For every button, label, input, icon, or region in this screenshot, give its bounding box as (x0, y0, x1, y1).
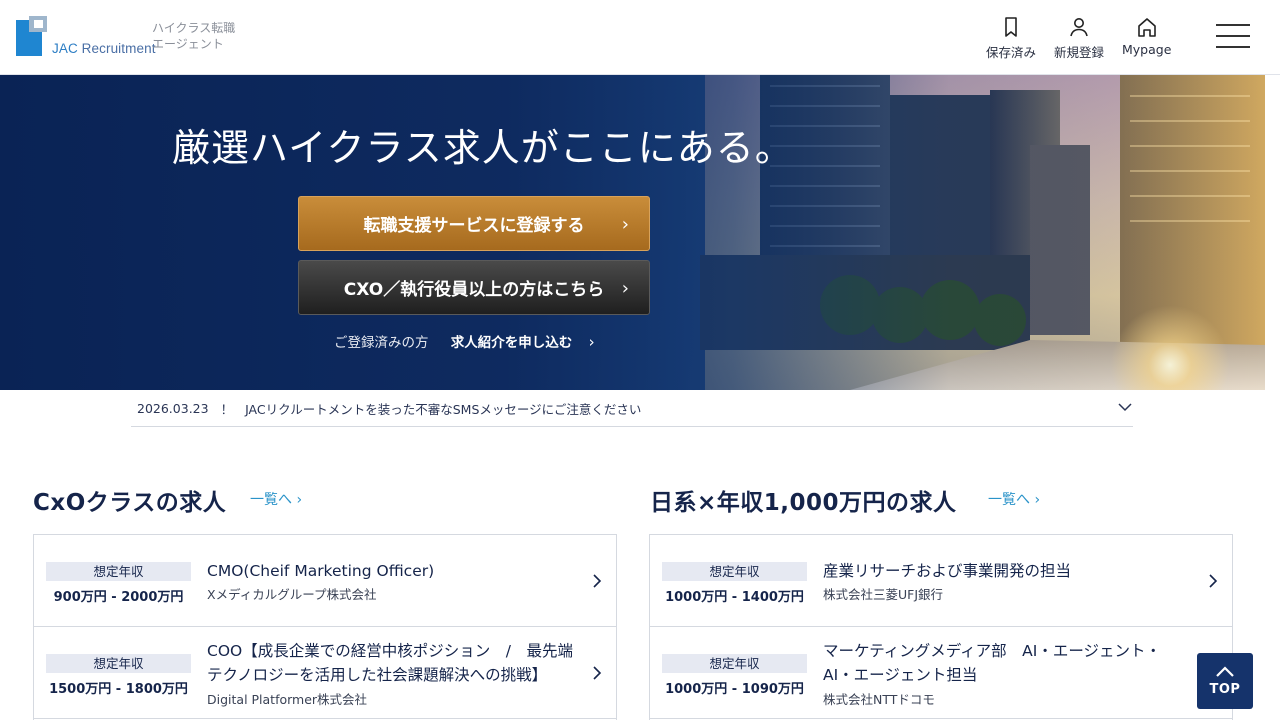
tagline: ハイクラス転職 エージェント (152, 21, 236, 51)
salary-badge: 想定年収 (46, 654, 191, 673)
registered-user-row: ご登録済みの方 求人紹介を申し込む › (334, 331, 595, 351)
notice-alert-mark: ！ (220, 401, 234, 417)
company-name: 株式会社NTTドコモ (823, 692, 935, 707)
chevron-up-icon (1216, 665, 1234, 677)
cxo-section-title: CxOクラスの求人 (33, 490, 227, 516)
request-job-introduction-link[interactable]: 求人紹介を申し込む (451, 335, 573, 351)
register-service-label: 転職支援サービスに登録する (363, 216, 585, 236)
cxo-executive-button[interactable]: CXO／執行役員以上の方はこちら › (298, 260, 650, 315)
job-title: マーケティングメディア部 AI・エージェント・AI・エージェント担当 (823, 642, 1162, 684)
chevron-right-icon: › (621, 278, 629, 299)
back-to-top-button[interactable]: TOP (1197, 653, 1253, 709)
nav-mypage[interactable]: Mypage (1122, 16, 1171, 57)
company-name: Digital Platformer株式会社 (207, 692, 368, 707)
back-to-top-label: TOP (1209, 681, 1241, 697)
nav-saved-label: 保存済み (986, 45, 1037, 60)
job-card[interactable]: 想定年収 1000万円 - 1090万円 マーケティングメディア部 AI・エージ… (650, 627, 1232, 719)
nav-saved[interactable]: 保存済み (986, 16, 1036, 61)
salary-range: 1000万円 - 1400万円 (665, 590, 804, 605)
hero-banner: 厳選ハイクラス求人がここにある。 転職支援サービスに登録する › CXO／執行役… (0, 75, 1265, 390)
job-card[interactable]: 想定年収 1000万円 - 1400万円 産業リサーチおよび事業開発の担当 株式… (650, 535, 1232, 627)
user-icon (1070, 18, 1088, 37)
salary-range: 1500万円 - 1800万円 (49, 682, 188, 697)
job-title: CMO(Cheif Marketing Officer) (207, 562, 435, 580)
chevron-right-icon: › (621, 214, 629, 235)
jac-logo[interactable]: JAC Recruitment (16, 16, 155, 58)
chevron-right-icon (1209, 574, 1218, 588)
chevron-right-icon (593, 666, 602, 680)
salary-range: 1000万円 - 1090万円 (665, 682, 804, 697)
chevron-right-icon: › (588, 333, 595, 351)
notice-date: 2026.03.23 (137, 400, 209, 416)
salary-badge: 想定年収 (662, 562, 807, 581)
domestic-view-all-link[interactable]: 一覧へ › (988, 489, 1040, 509)
notice-text: JACリクルートメントを装った不審なSMSメッセージにご注意ください (245, 401, 642, 417)
salary-badge: 想定年収 (46, 562, 191, 581)
notice-bar[interactable]: 2026.03.23 ！ JACリクルートメントを装った不審なSMSメッセージに… (131, 390, 1133, 427)
bookmark-icon (1005, 17, 1017, 37)
job-card[interactable]: 想定年収 1500万円 - 1800万円 COO【成長企業での経営中核ポジション… (34, 627, 616, 719)
logo-text: JAC Recruitment (52, 41, 156, 56)
cxo-executive-label: CXO／執行役員以上の方はこちら (343, 280, 605, 300)
job-card[interactable]: 想定年収 900万円 - 2000万円 CMO(Cheif Marketing … (34, 535, 616, 627)
register-service-button[interactable]: 転職支援サービスに登録する › (298, 196, 650, 251)
registered-lead-text: ご登録済みの方 (334, 335, 429, 351)
logo-mark-icon (16, 16, 47, 56)
company-name: Xメディカルグループ株式会社 (207, 587, 377, 602)
nav-register[interactable]: 新規登録 (1054, 16, 1104, 61)
domestic-high-income-section-title: 日系×年収1,000万円の求人 (650, 490, 957, 516)
nav-register-label: 新規登録 (1054, 45, 1105, 60)
hamburger-menu-icon[interactable] (1216, 24, 1250, 48)
site-header: JAC Recruitment ハイクラス転職 エージェント 保存済み 新規登録… (0, 0, 1280, 75)
nav-mypage-label: Mypage (1122, 42, 1172, 57)
salary-badge: 想定年収 (662, 654, 807, 673)
hero-title: 厳選ハイクラス求人がここにある。 (172, 126, 794, 170)
chevron-right-icon (593, 574, 602, 588)
chevron-down-icon (1118, 403, 1132, 412)
job-title: 産業リサーチおよび事業開発の担当 (823, 562, 1072, 580)
company-name: 株式会社三菱UFJ銀行 (823, 587, 944, 602)
cxo-job-list: 想定年収 900万円 - 2000万円 CMO(Cheif Marketing … (33, 534, 617, 720)
salary-range: 900万円 - 2000万円 (53, 590, 184, 605)
cxo-view-all-link[interactable]: 一覧へ › (250, 489, 302, 509)
job-title: COO【成長企業での経営中核ポジション / 最先端テクノロジーを活用した社会課題… (207, 642, 573, 684)
home-icon (1137, 18, 1156, 37)
domestic-job-list: 想定年収 1000万円 - 1400万円 産業リサーチおよび事業開発の担当 株式… (649, 534, 1233, 720)
